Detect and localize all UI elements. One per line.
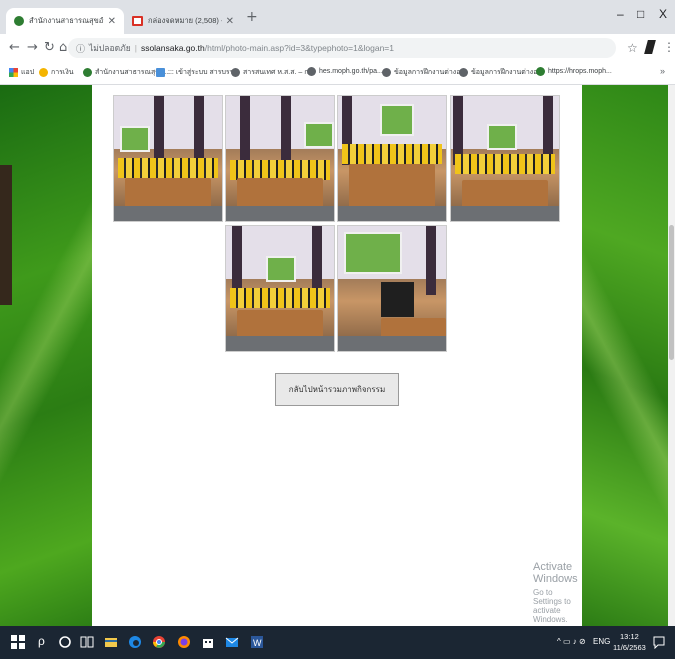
back-to-activities-button[interactable]: กลับไปหน้ารวมภาพกิจกรรม — [275, 373, 399, 406]
bookmark-label: hes.moph.go.th/pa... — [319, 68, 383, 75]
bookmark-item[interactable]: hes.moph.go.th/pa... — [307, 67, 383, 76]
activity-photo[interactable] — [450, 95, 560, 222]
activate-windows-watermark: Activate Windows Go to Settings to activ… — [533, 561, 582, 624]
bookmark-item[interactable]: ข้อมูลการฝึกงานต่างอ... — [382, 67, 466, 78]
browser-toolbar: ← → ↻ ⌂ ⓘ ไม่ปลอดภัย | ssolansaka.go.th … — [0, 34, 675, 62]
globe-icon — [231, 68, 240, 77]
address-bar[interactable]: ⓘ ไม่ปลอดภัย | ssolansaka.go.th /html/ph… — [68, 38, 616, 58]
bookmark-item[interactable]: https://hrops.moph... — [536, 67, 612, 76]
search-icon[interactable]: ρ — [38, 634, 45, 648]
close-window-button[interactable]: X — [659, 7, 667, 21]
minimize-button[interactable]: – — [617, 7, 624, 21]
clock-time: 13:12 — [620, 632, 639, 641]
bookmarks-bar: แอป การเงิน สำนักงานสาธารณสุขอ... ::: เข… — [0, 62, 675, 85]
green-seal-icon — [83, 68, 92, 77]
activity-photo[interactable] — [337, 225, 447, 352]
tab-title: สำนักงานสาธารณสุขอำเภอกาบเชิง ร — [29, 16, 104, 25]
green-seal-icon — [536, 67, 545, 76]
gmail-icon — [132, 16, 143, 26]
bookmark-label: ::: เข้าสู่ระบบ สารบรร... — [168, 69, 240, 76]
language-indicator[interactable]: ENG — [593, 637, 610, 646]
close-tab-icon[interactable]: ✕ — [226, 16, 234, 27]
apps-grid-icon — [9, 68, 18, 77]
maximize-button[interactable]: □ — [637, 7, 644, 21]
tab-gmail[interactable]: กล่องจดหมาย (2,508) - ampornrat ✕ — [124, 8, 242, 34]
forward-arrow-icon[interactable]: → — [27, 40, 38, 55]
green-background-right — [582, 85, 668, 626]
word-icon[interactable]: W — [250, 635, 264, 649]
bookmark-label: สารสนเทศ ห.ส.ส. – ก... — [243, 69, 315, 76]
back-arrow-icon[interactable]: ← — [9, 40, 20, 55]
file-explorer-icon[interactable] — [104, 635, 118, 649]
bookmark-star-icon[interactable]: ☆ — [627, 41, 638, 55]
system-tray-icons[interactable]: ^ ▭ ♪ ⊘ — [557, 637, 586, 646]
address-separator: | — [134, 43, 137, 53]
blue-page-icon — [156, 68, 165, 77]
page-content: กลับไปหน้ารวมภาพกิจกรรม Activate Windows… — [92, 85, 582, 626]
activity-photo[interactable] — [113, 95, 223, 222]
page-scrollbar[interactable] — [668, 85, 675, 626]
bookmark-apps[interactable]: แอป — [9, 67, 34, 78]
watermark-title: Activate Windows — [533, 561, 578, 585]
bookmark-label: แอป — [21, 69, 35, 76]
tab-title: กล่องจดหมาย (2,508) - ampornrat — [148, 16, 222, 25]
new-tab-button[interactable]: + — [246, 9, 258, 25]
cortana-icon[interactable] — [58, 635, 72, 649]
home-icon[interactable]: ⌂ — [59, 40, 67, 55]
mail-icon[interactable] — [225, 635, 239, 649]
flower-icon — [39, 68, 48, 77]
activity-photo[interactable] — [225, 225, 335, 352]
menu-kebab-icon[interactable]: ⋮ — [663, 40, 675, 54]
clock-date: 11/6/2563 — [613, 643, 646, 652]
globe-icon — [307, 67, 316, 76]
bookmark-item[interactable]: ::: เข้าสู่ระบบ สารบรร... — [156, 67, 239, 78]
bookmark-item[interactable]: ข้อมูลการฝึกงานต่างอ... — [459, 67, 543, 78]
svg-text:W: W — [253, 638, 262, 648]
reload-icon[interactable]: ↻ — [44, 40, 55, 55]
page-viewport: กลับไปหน้ารวมภาพกิจกรรม Activate Windows… — [0, 85, 675, 626]
windows-taskbar: ρ W ^ ▭ ♪ ⊘ ENG 13:12 11/6/2563 — [0, 626, 675, 659]
firefox-icon[interactable] — [177, 635, 191, 649]
bookmarks-more-button[interactable]: » — [660, 66, 665, 76]
bookmark-label: การเงิน — [51, 69, 74, 76]
globe-icon — [382, 68, 391, 77]
windows-start-icon[interactable] — [11, 635, 25, 649]
globe-icon — [459, 68, 468, 77]
chrome-icon[interactable] — [152, 635, 166, 649]
activity-photo[interactable] — [337, 95, 447, 222]
activity-photo[interactable] — [225, 95, 335, 222]
security-label: ไม่ปลอดภัย — [89, 43, 131, 53]
bookmark-label: ข้อมูลการฝึกงานต่างอ... — [471, 69, 544, 76]
tab-photo-page[interactable]: สำนักงานสาธารณสุขอำเภอกาบเชิง ร ✕ — [6, 8, 124, 34]
url-host: ssolansaka.go.th — [140, 43, 205, 53]
task-view-icon[interactable] — [80, 635, 94, 649]
green-background-left — [0, 85, 92, 626]
edge-icon[interactable] — [128, 635, 142, 649]
bookmark-item[interactable]: การเงิน — [39, 67, 74, 78]
bookmark-label: https://hrops.moph... — [548, 68, 612, 75]
bookmark-label: ข้อมูลการฝึกงานต่างอ... — [394, 69, 467, 76]
close-tab-icon[interactable]: ✕ — [108, 16, 116, 27]
info-icon[interactable]: ⓘ — [76, 42, 85, 55]
scrollbar-thumb[interactable] — [669, 225, 674, 360]
extension-icon[interactable] — [644, 40, 656, 54]
url-path: /html/photo-main.asp?id=3&typephoto=1&lo… — [204, 43, 394, 53]
green-seal-icon — [14, 16, 24, 26]
taskbar-clock[interactable]: 13:12 11/6/2563 — [613, 631, 646, 653]
browser-titlebar: สำนักงานสาธารณสุขอำเภอกาบเชิง ร ✕ กล่องจ… — [0, 0, 675, 34]
bookmark-item[interactable]: สารสนเทศ ห.ส.ส. – ก... — [231, 67, 314, 78]
store-icon[interactable] — [201, 635, 215, 649]
watermark-subtitle: Go to Settings to activate Windows. — [533, 588, 571, 624]
notification-icon[interactable] — [652, 635, 666, 649]
